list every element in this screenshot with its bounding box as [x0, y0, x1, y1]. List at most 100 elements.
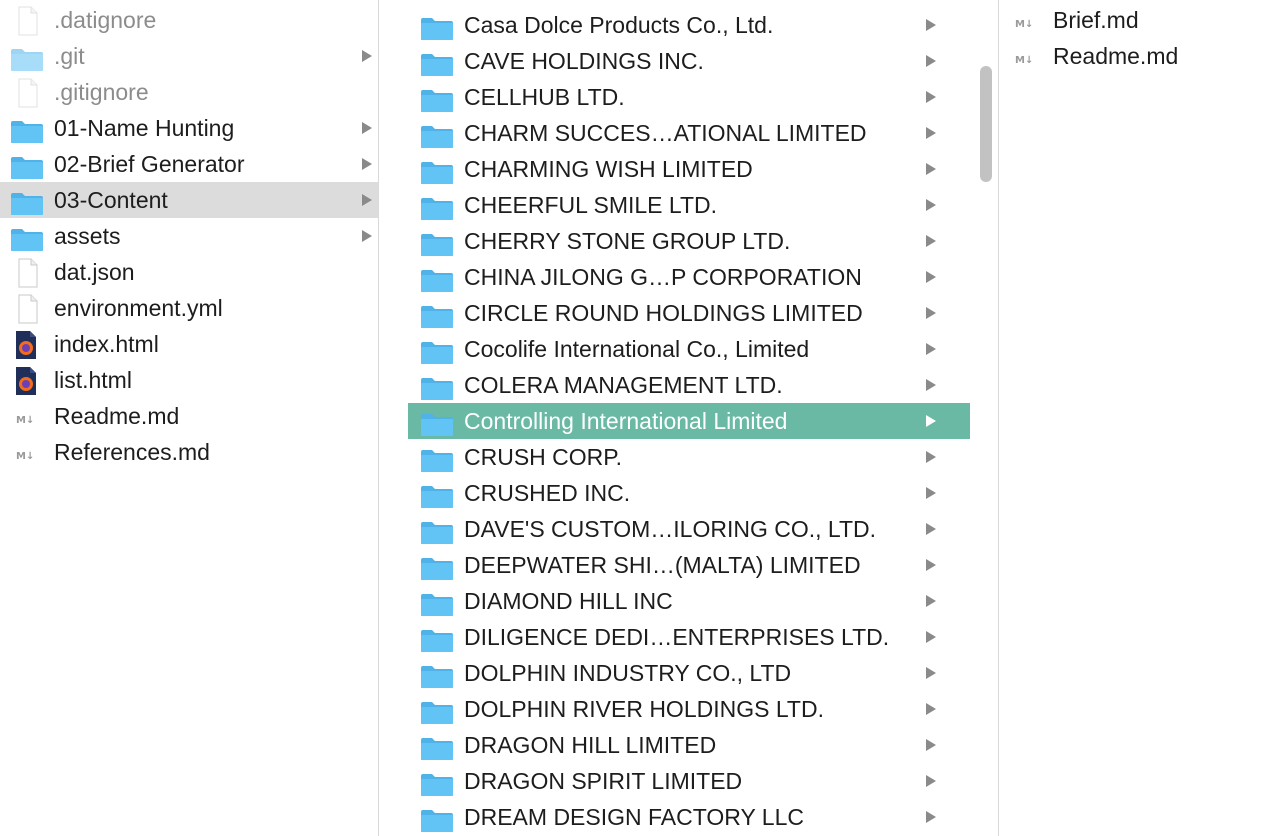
folder-icon — [420, 411, 454, 436]
folder-icon — [420, 267, 454, 292]
folder-row[interactable]: CELLHUB LTD. — [408, 79, 970, 115]
column-divider[interactable] — [378, 0, 379, 836]
disclosure-arrow-icon — [926, 235, 936, 247]
content-scrollbar[interactable] — [980, 66, 992, 182]
item-name: CHEERFUL SMILE LTD. — [464, 192, 718, 218]
disclosure-arrow-icon — [362, 230, 372, 242]
folder-icon — [420, 339, 454, 364]
folder-icon — [10, 190, 44, 215]
disclosure-arrow-icon — [926, 307, 936, 319]
svg-text:M↓: M↓ — [1015, 19, 1033, 30]
folder-row[interactable]: DRAGON HILL LIMITED — [408, 727, 970, 763]
folder-row[interactable]: DIAMOND HILL INC — [408, 583, 970, 619]
item-name: CHERRY STONE GROUP LTD. — [464, 228, 791, 254]
item-name: DOLPHIN INDUSTRY CO., LTD — [464, 660, 792, 686]
folder-icon — [420, 231, 454, 256]
folder-row[interactable]: DEEPWATER SHI…(MALTA) LIMITED — [408, 547, 970, 583]
file-row[interactable]: M↓ References.md — [0, 434, 378, 470]
folder-row[interactable]: DILIGENCE DEDI…ENTERPRISES LTD. — [408, 619, 970, 655]
file-row[interactable]: index.html — [0, 326, 378, 362]
folder-icon — [420, 771, 454, 796]
folder-icon — [420, 123, 454, 148]
folder-row[interactable]: CRUSHED INC. — [408, 475, 970, 511]
folder-row[interactable]: DAVE'S CUSTOM…ILORING CO., LTD. — [408, 511, 970, 547]
item-name: DRAGON HILL LIMITED — [464, 732, 717, 758]
disclosure-arrow-icon — [926, 271, 936, 283]
folder-icon — [420, 519, 454, 544]
folder-row[interactable]: CAVE HOLDINGS INC. — [408, 43, 970, 79]
file-row[interactable]: .gitignore — [0, 74, 378, 110]
folder-row[interactable]: DOLPHIN INDUSTRY CO., LTD — [408, 655, 970, 691]
disclosure-arrow-icon — [926, 91, 936, 103]
item-name: DILIGENCE DEDI…ENTERPRISES LTD. — [464, 624, 890, 650]
folder-row[interactable]: COLERA MANAGEMENT LTD. — [408, 367, 970, 403]
folder-icon — [420, 735, 454, 760]
item-name: CRUSH CORP. — [464, 444, 623, 470]
disclosure-arrow-icon — [926, 199, 936, 211]
item-name: assets — [54, 223, 121, 249]
item-name: CIRCLE ROUND HOLDINGS LIMITED — [464, 300, 863, 326]
document-icon — [10, 6, 44, 36]
folder-row[interactable]: 01-Name Hunting — [0, 110, 378, 146]
content-folder-list: Casa Dolce Products Co., Ltd. CAVE HOLDIN… — [408, 7, 970, 835]
folder-icon — [420, 483, 454, 508]
file-row[interactable]: dat.json — [0, 254, 378, 290]
disclosure-arrow-icon — [362, 194, 372, 206]
disclosure-arrow-icon — [926, 451, 936, 463]
item-name: 02-Brief Generator — [54, 151, 245, 177]
folder-row[interactable]: CHERRY STONE GROUP LTD. — [408, 223, 970, 259]
folder-row[interactable]: Cocolife International Co., Limited — [408, 331, 970, 367]
disclosure-arrow-icon — [926, 343, 936, 355]
folder-row[interactable]: CIRCLE ROUND HOLDINGS LIMITED — [408, 295, 970, 331]
disclosure-arrow-icon — [926, 19, 936, 31]
folder-icon — [420, 159, 454, 184]
file-row[interactable]: list.html — [0, 362, 378, 398]
folder-icon — [10, 46, 44, 71]
disclosure-arrow-icon — [362, 122, 372, 134]
file-row[interactable]: M↓ Brief.md — [999, 2, 1284, 38]
disclosure-arrow-icon — [926, 775, 936, 787]
folder-row[interactable]: Casa Dolce Products Co., Ltd. — [408, 7, 970, 43]
svg-text:M↓: M↓ — [1015, 55, 1033, 66]
item-name: environment.yml — [54, 295, 223, 321]
folder-row[interactable]: 03-Content — [0, 182, 378, 218]
file-row[interactable]: environment.yml — [0, 290, 378, 326]
item-name: Cocolife International Co., Limited — [464, 336, 810, 362]
item-name: DIAMOND HILL INC — [464, 588, 673, 614]
folder-icon — [420, 51, 454, 76]
folder-icon — [420, 195, 454, 220]
disclosure-arrow-icon — [926, 559, 936, 571]
folder-row[interactable]: CHINA JILONG G…P CORPORATION — [408, 259, 970, 295]
folder-icon — [420, 663, 454, 688]
file-row[interactable]: M↓ Readme.md — [999, 38, 1284, 74]
item-name: DRAGON SPIRIT LIMITED — [464, 768, 743, 794]
item-name: Readme.md — [54, 403, 180, 429]
file-row[interactable]: .datignore — [0, 2, 378, 38]
folder-icon — [420, 447, 454, 472]
folder-row[interactable]: CHARM SUCCES…ATIONAL LIMITED — [408, 115, 970, 151]
folder-row[interactable]: Controlling International Limited — [408, 403, 970, 439]
folder-row[interactable]: DRAGON SPIRIT LIMITED — [408, 763, 970, 799]
disclosure-arrow-icon — [926, 415, 936, 427]
disclosure-arrow-icon — [926, 667, 936, 679]
firefox-document-icon — [10, 331, 44, 359]
item-name: Controlling International Limited — [464, 408, 788, 434]
folder-icon — [420, 627, 454, 652]
disclosure-arrow-icon — [926, 703, 936, 715]
folder-row[interactable]: .git — [0, 38, 378, 74]
folder-row[interactable]: CRUSH CORP. — [408, 439, 970, 475]
file-row[interactable]: M↓ Readme.md — [0, 398, 378, 434]
folder-icon — [10, 226, 44, 251]
company-file-list: M↓ Brief.md M↓ Readme.md — [999, 2, 1284, 74]
folder-row[interactable]: assets — [0, 218, 378, 254]
folder-row[interactable]: 02-Brief Generator — [0, 146, 378, 182]
folder-row[interactable]: DREAM DESIGN FACTORY LLC — [408, 799, 970, 835]
folder-icon — [420, 591, 454, 616]
item-name: 01-Name Hunting — [54, 115, 235, 141]
folder-row[interactable]: CHEERFUL SMILE LTD. — [408, 187, 970, 223]
item-name: list.html — [54, 367, 132, 393]
document-icon — [10, 258, 44, 288]
folder-row[interactable]: DOLPHIN RIVER HOLDINGS LTD. — [408, 691, 970, 727]
folder-row[interactable]: CHARMING WISH LIMITED — [408, 151, 970, 187]
disclosure-arrow-icon — [926, 631, 936, 643]
